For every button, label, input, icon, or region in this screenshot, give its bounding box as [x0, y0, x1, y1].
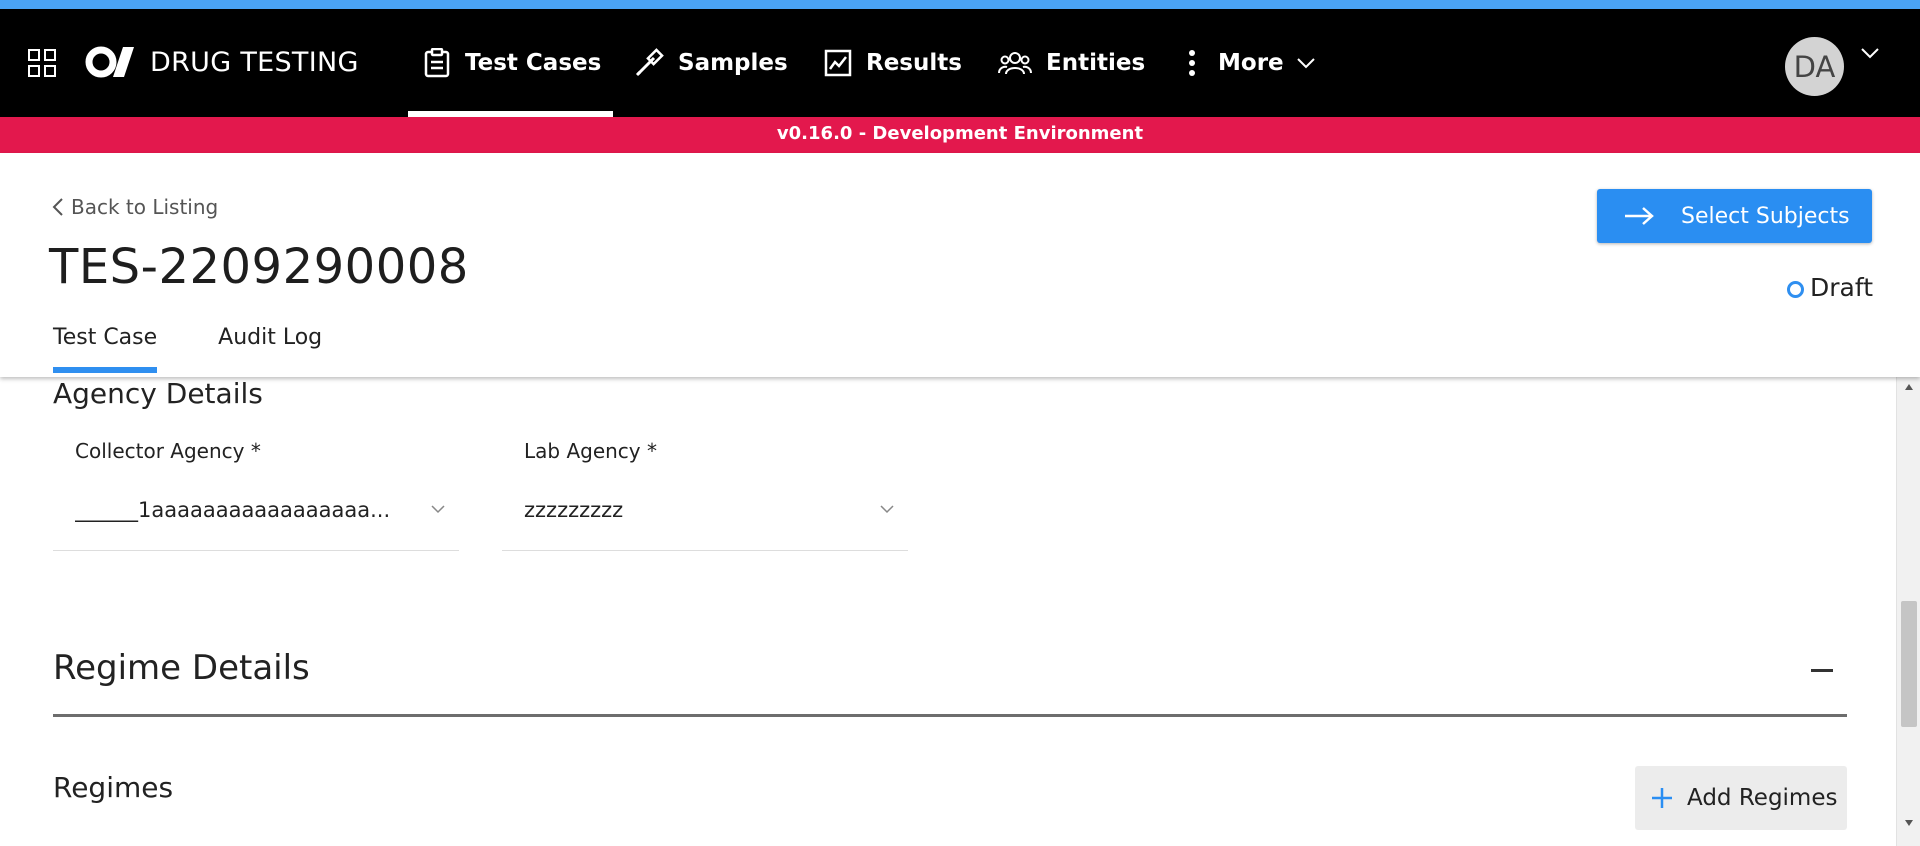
chevron-down-icon	[1296, 58, 1315, 69]
collector-agency-label: Collector Agency *	[75, 439, 261, 463]
add-regimes-label: Add Regimes	[1687, 785, 1838, 811]
regimes-heading: Regimes	[53, 771, 174, 804]
nav-label-entities: Entities	[1046, 50, 1146, 76]
select-subjects-label: Select Subjects	[1681, 203, 1850, 229]
browser-top-strip	[0, 0, 1920, 9]
kebab-icon	[1189, 50, 1195, 76]
nav-label-test-cases: Test Cases	[465, 50, 602, 76]
app-grid-icon[interactable]	[28, 49, 56, 77]
collapse-minus-icon[interactable]	[1811, 669, 1833, 672]
oi-logo[interactable]	[85, 45, 139, 79]
plus-icon	[1652, 788, 1672, 808]
users-icon	[998, 52, 1032, 75]
user-avatar[interactable]: DA	[1785, 37, 1844, 96]
nav-label-results: Results	[866, 50, 962, 76]
lab-agency-label: Lab Agency *	[524, 439, 657, 463]
collector-agency-value: ______1aaaaaaaaaaaaaaaaa...	[75, 498, 391, 522]
back-link-label: Back to Listing	[71, 195, 219, 219]
nav-label-more: More	[1218, 50, 1284, 76]
top-navbar: DRUG TESTING Test Cases Samples Results	[0, 9, 1920, 117]
section-divider	[53, 714, 1847, 717]
nav-more[interactable]: More	[1180, 9, 1316, 117]
page-tabs: Test Case Audit Log	[53, 325, 383, 373]
scrollbar-thumb[interactable]	[1901, 601, 1917, 727]
page-title: TES-2209290008	[49, 239, 469, 295]
nav-label-samples: Samples	[678, 50, 788, 76]
chevron-down-icon[interactable]	[1860, 47, 1880, 59]
scroll-up-arrow-icon[interactable]	[1904, 383, 1914, 391]
chevron-down-icon	[431, 505, 445, 514]
tab-test-case[interactable]: Test Case	[53, 325, 158, 373]
arrow-right-icon	[1625, 207, 1654, 225]
scroll-down-arrow-icon[interactable]	[1904, 819, 1914, 827]
add-regimes-button[interactable]: Add Regimes	[1635, 766, 1847, 830]
main-content: Agency Details Collector Agency * ______…	[0, 377, 1896, 846]
nav-results[interactable]: Results	[824, 9, 962, 117]
clipboard-icon	[424, 48, 450, 78]
chevron-down-icon	[880, 505, 894, 514]
status-dot-icon	[1787, 281, 1804, 298]
nav-samples[interactable]: Samples	[634, 9, 788, 117]
chart-icon	[824, 49, 852, 77]
environment-banner: v0.16.0 - Development Environment	[0, 117, 1920, 153]
nav-entities[interactable]: Entities	[998, 9, 1145, 117]
brand-name[interactable]: DRUG TESTING	[150, 47, 359, 78]
page-header: Back to Listing TES-2209290008 Test Case…	[0, 153, 1920, 377]
vertical-scrollbar[interactable]	[1896, 377, 1920, 846]
regime-details-heading: Regime Details	[53, 648, 310, 688]
nav-test-cases[interactable]: Test Cases	[407, 9, 614, 117]
collector-agency-select[interactable]: Collector Agency * ______1aaaaaaaaaaaaaa…	[53, 377, 459, 551]
status-label: Draft	[1810, 273, 1874, 302]
lab-agency-select[interactable]: Lab Agency * zzzzzzzzz	[502, 377, 908, 551]
lab-agency-value: zzzzzzzzz	[524, 498, 624, 522]
tab-audit-log[interactable]: Audit Log	[218, 325, 322, 373]
back-to-listing-link[interactable]: Back to Listing	[52, 195, 218, 219]
select-subjects-button[interactable]: Select Subjects	[1597, 189, 1872, 243]
dropper-icon	[635, 48, 664, 77]
status-badge: Draft	[1787, 273, 1873, 302]
chevron-left-icon	[52, 198, 63, 216]
